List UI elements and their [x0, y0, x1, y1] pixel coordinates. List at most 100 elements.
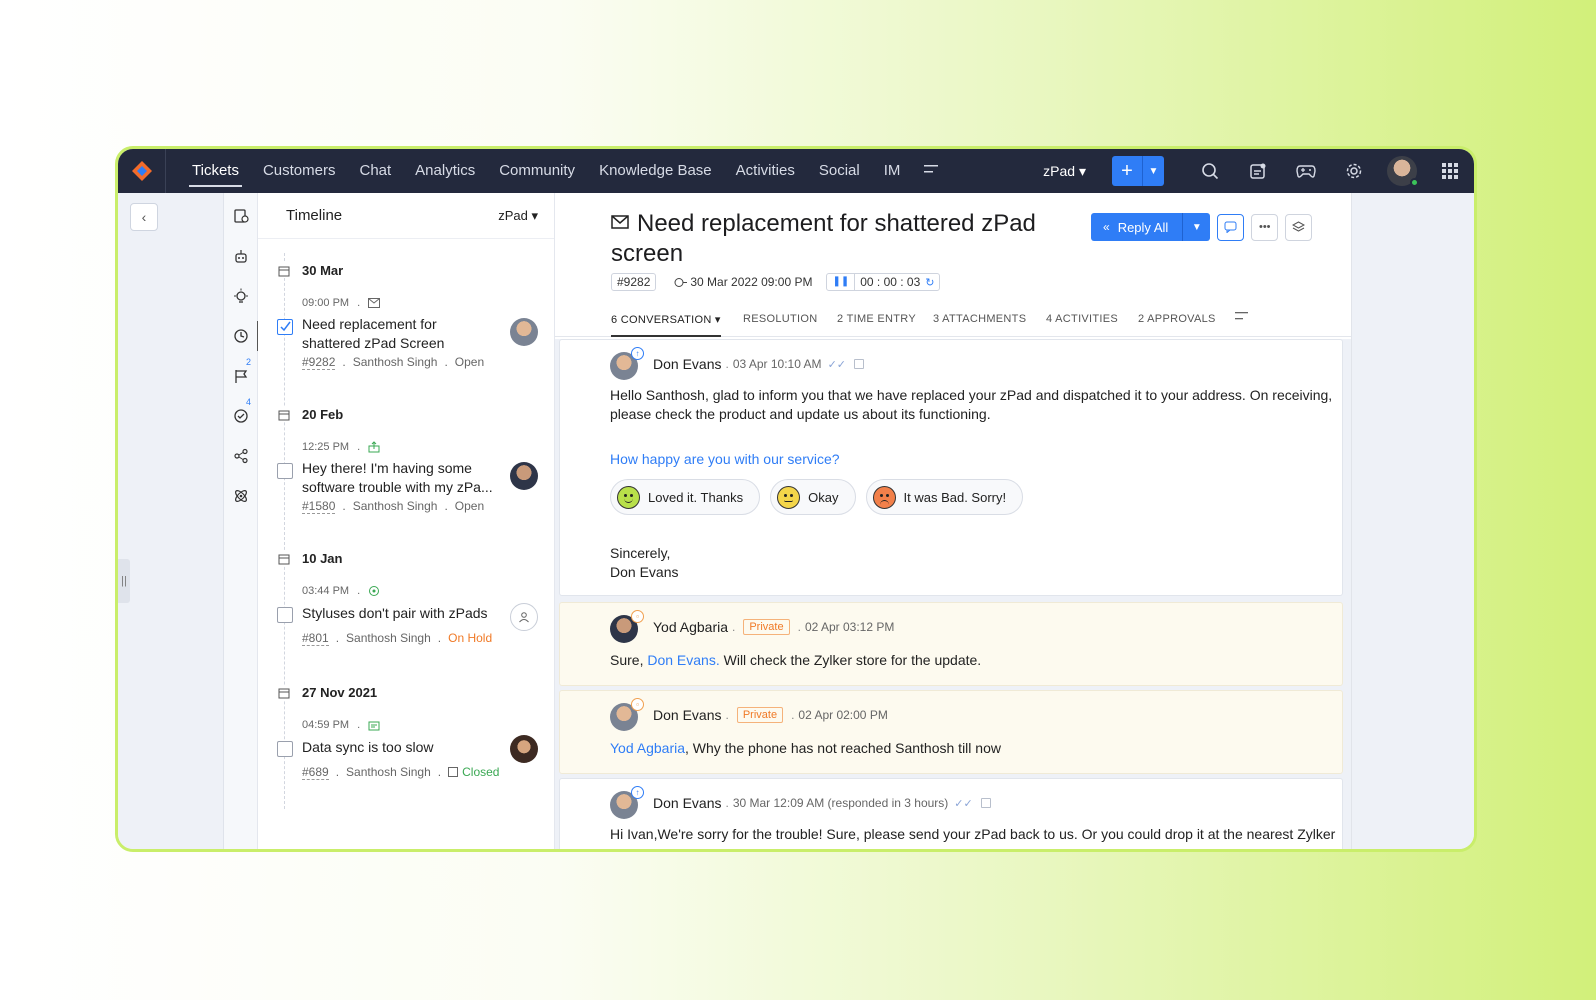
tab-approvals[interactable]: 2 APPROVALS: [1138, 313, 1216, 325]
ticket-subject[interactable]: Data sync is too slow: [302, 738, 498, 757]
thread-body: Sure, Don Evans. Will check the Zylker s…: [610, 652, 982, 668]
ticket-status: Open: [454, 355, 485, 369]
ticket-number[interactable]: #1580: [302, 499, 336, 514]
flag-icon[interactable]: 2: [224, 357, 258, 391]
thread-body: Hi Ivan,We're sorry for the trouble! Sur…: [610, 826, 1336, 842]
reply-all-button[interactable]: «Reply All: [1091, 213, 1183, 241]
nav-tab-im[interactable]: IM: [884, 149, 901, 193]
feedback-bad-button[interactable]: It was Bad. Sorry!: [865, 479, 1024, 515]
ticket-agent: Santhosh Singh: [346, 631, 431, 645]
share-icon[interactable]: [224, 441, 258, 471]
expand-icon[interactable]: [854, 359, 864, 369]
flag-count-badge: 2: [246, 357, 252, 367]
ticket-number[interactable]: #9282: [302, 355, 336, 370]
task-check-icon[interactable]: 4: [224, 397, 258, 431]
ticket-subject[interactable]: Styluses don't pair with zPads: [302, 604, 512, 623]
ticket-number[interactable]: #801: [302, 631, 329, 646]
timeline-date: 10 Jan: [278, 551, 343, 566]
contact-avatar: [510, 318, 538, 346]
conversation-tabs: 6 CONVERSATION ▾ RESOLUTION 2 TIME ENTRY…: [555, 305, 1351, 337]
comment-icon[interactable]: [1217, 213, 1245, 241]
notifications-icon[interactable]: [1234, 149, 1282, 193]
feedback-loved-button[interactable]: Loved it. Thanks: [610, 479, 761, 515]
clock-icon: [674, 277, 688, 287]
ticket-checkbox[interactable]: [277, 607, 293, 623]
delivered-check-icon: ✓✓: [954, 797, 973, 810]
thread-time: 02 Apr 02:00 PM: [798, 708, 888, 722]
agent-avatar: ↑: [610, 347, 644, 380]
integrations-icon[interactable]: [224, 481, 258, 511]
ticket-agent: Santhosh Singh: [346, 765, 431, 779]
bot-icon[interactable]: [224, 241, 258, 271]
nav-tab-tickets[interactable]: Tickets: [189, 149, 242, 193]
tab-time-entry[interactable]: 2 TIME ENTRY: [837, 313, 916, 325]
tab-resolution[interactable]: RESOLUTION: [743, 313, 818, 325]
reply-dropdown-button[interactable]: ▼: [1182, 213, 1211, 241]
timeline-department-filter[interactable]: zPad ▾: [498, 208, 538, 224]
nav-tab-social[interactable]: Social: [819, 149, 860, 193]
mention-link[interactable]: Yod Agbaria: [610, 740, 685, 756]
user-profile-avatar[interactable]: [1378, 149, 1426, 193]
chevron-left-icon[interactable]: ‹: [130, 203, 158, 231]
menu-lines-icon[interactable]: [924, 162, 940, 180]
ticket-checkbox[interactable]: [277, 741, 293, 757]
ticket-meta: #9282. Santhosh Singh. Open: [302, 355, 485, 370]
ticket-number-tag[interactable]: #9282: [611, 273, 657, 291]
department-selector[interactable]: zPad ▾: [1043, 163, 1086, 180]
nav-tab-customers[interactable]: Customers: [263, 149, 336, 193]
more-options-icon[interactable]: •••: [1251, 213, 1279, 241]
refresh-icon[interactable]: ↻: [925, 276, 939, 289]
ticket-number[interactable]: #689: [302, 765, 329, 780]
add-dropdown-button[interactable]: ▼: [1142, 156, 1164, 186]
ticket-subject[interactable]: Hey there! I'm having some software trou…: [302, 459, 498, 497]
right-side-panel: [1351, 193, 1474, 849]
ticket-time: 04:59 PM.: [302, 719, 380, 731]
ticket-status: Open: [454, 499, 485, 513]
sender-name[interactable]: Yod Agbaria: [653, 619, 728, 635]
sender-name[interactable]: Don Evans: [653, 356, 721, 372]
expand-icon[interactable]: [980, 798, 991, 808]
layers-icon[interactable]: [1285, 213, 1313, 241]
tab-conversation[interactable]: 6 CONVERSATION ▾: [611, 313, 721, 337]
ticket-checkbox[interactable]: [277, 463, 293, 479]
nav-tab-activities[interactable]: Activities: [736, 149, 795, 193]
search-icon[interactable]: [1186, 149, 1234, 193]
detail-icon-rail: 2 4: [224, 193, 259, 849]
thread-time: 03 Apr 10:10 AM: [732, 357, 822, 371]
nav-tab-knowledge-base[interactable]: Knowledge Base: [599, 149, 712, 193]
app-grid-icon[interactable]: [1426, 149, 1474, 193]
tabs-more-icon[interactable]: [1235, 311, 1249, 324]
add-button-group: + ▼: [1112, 156, 1164, 186]
pause-icon[interactable]: ❚❚: [827, 274, 856, 290]
ticket-status: Closed: [462, 765, 500, 779]
agent-avatar: ▫: [610, 610, 644, 643]
tab-attachments[interactable]: 3 ATTACHMENTS: [933, 313, 1026, 325]
ticket-time: 09:00 PM.: [302, 297, 381, 309]
feedback-question[interactable]: How happy are you with our service?: [610, 451, 840, 467]
collapsed-ticket-list: ‹ ||: [118, 193, 224, 849]
nav-tab-chat[interactable]: Chat: [359, 149, 391, 193]
thread-body: Hello Santhosh, glad to inform you that …: [610, 387, 1333, 422]
feedback-okay-button[interactable]: Okay: [770, 479, 856, 515]
ticket-properties-icon[interactable]: [224, 201, 258, 231]
sender-name[interactable]: Don Evans: [653, 795, 721, 811]
lightbulb-icon[interactable]: [224, 281, 258, 311]
mention-link[interactable]: Don Evans.: [647, 652, 719, 668]
tab-activities[interactable]: 4 ACTIVITIES: [1046, 313, 1118, 325]
ticket-checkbox[interactable]: [277, 319, 293, 335]
app-window: Tickets Customers Chat Analytics Communi…: [115, 146, 1477, 852]
gamepad-icon[interactable]: [1282, 149, 1330, 193]
panel-resize-handle[interactable]: ||: [118, 559, 130, 603]
nav-tab-community[interactable]: Community: [499, 149, 575, 193]
ticket-meta: #801. Santhosh Singh. On Hold: [302, 631, 493, 646]
nav-tab-analytics[interactable]: Analytics: [415, 149, 475, 193]
timeline-date: 27 Nov 2021: [278, 685, 378, 700]
desk-logo-icon[interactable]: [118, 149, 166, 193]
history-icon[interactable]: [224, 321, 259, 351]
settings-gear-icon[interactable]: [1330, 149, 1378, 193]
ticket-subject[interactable]: Need replacement for shattered zPad Scre…: [302, 315, 498, 353]
top-navigation-bar: Tickets Customers Chat Analytics Communi…: [118, 149, 1474, 193]
add-new-button[interactable]: +: [1112, 156, 1142, 186]
forum-icon: [368, 721, 380, 731]
sender-name[interactable]: Don Evans: [653, 707, 721, 723]
